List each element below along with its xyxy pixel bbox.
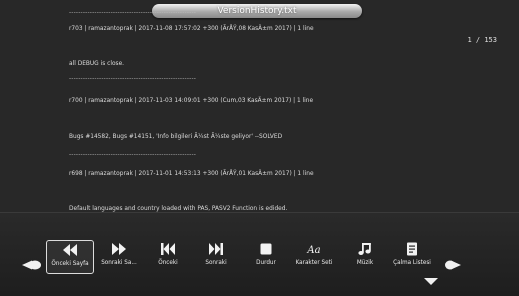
- next-label: Sonraki: [205, 259, 227, 266]
- music-button[interactable]: Müzik: [342, 240, 388, 272]
- playlist-label: Çalma Listesi: [393, 259, 431, 266]
- log-entry-header: r703 | ramazantoprak | 2017-11-08 17:57:…: [69, 24, 314, 32]
- playlist-icon: [407, 242, 417, 256]
- stop-button[interactable]: Durdur: [243, 240, 289, 272]
- next-button[interactable]: Sonraki: [193, 240, 239, 272]
- log-entry-header: r698 | ramazantoprak | 2017-11-01 14:53:…: [69, 169, 314, 177]
- page-indicator: 1 / 153: [467, 36, 497, 44]
- log-entry-header: r700 | ramazantoprak | 2017-11-03 14:09:…: [69, 96, 314, 104]
- character-set-label: Karakter Seti: [295, 259, 333, 266]
- log-entry-message: Bugs #14582, Bugs #14151, 'Info bilgiler…: [69, 132, 283, 140]
- scroll-left-arrow-icon[interactable]: [22, 260, 42, 270]
- music-label: Müzik: [356, 259, 374, 266]
- separator-line: ----------------------------------------…: [69, 150, 197, 158]
- skip-previous-icon: [161, 243, 175, 255]
- previous-page-label: Önceki Sayfa: [51, 260, 89, 267]
- previous-page-button[interactable]: Önceki Sayfa: [46, 240, 94, 274]
- log-entry-message: all DEBUG is close.: [69, 59, 125, 67]
- separator-line: ----------------------------------------…: [69, 8, 197, 16]
- scroll-right-arrow-icon[interactable]: [445, 260, 461, 270]
- next-page-label: Sonraki Sa...: [101, 259, 137, 266]
- media-toolbar: Önceki Sayfa Sonraki Sa... Önceki Sonrak…: [0, 212, 519, 296]
- skip-next-icon: [209, 243, 223, 255]
- rewind-icon: [63, 244, 77, 256]
- stop-icon: [260, 243, 272, 255]
- previous-button[interactable]: Önceki: [145, 240, 191, 272]
- font-icon: Aa: [306, 245, 320, 256]
- separator-line: ----------------------------------------…: [69, 74, 197, 82]
- fast-forward-icon: [112, 243, 126, 255]
- text-viewer: VersionHistory.txt 1 / 153 -------------…: [0, 0, 519, 212]
- scroll-down-arrow-icon[interactable]: [424, 278, 438, 286]
- svg-text:Aa: Aa: [306, 245, 320, 256]
- character-set-button[interactable]: Aa Karakter Seti: [291, 240, 337, 272]
- next-page-button[interactable]: Sonraki Sa...: [96, 240, 142, 272]
- playlist-button[interactable]: Çalma Listesi: [389, 240, 435, 272]
- stop-label: Durdur: [256, 259, 276, 266]
- music-note-icon: [358, 243, 371, 255]
- previous-label: Önceki: [158, 259, 178, 266]
- log-entry-message: Default languages and country loaded wit…: [69, 204, 288, 212]
